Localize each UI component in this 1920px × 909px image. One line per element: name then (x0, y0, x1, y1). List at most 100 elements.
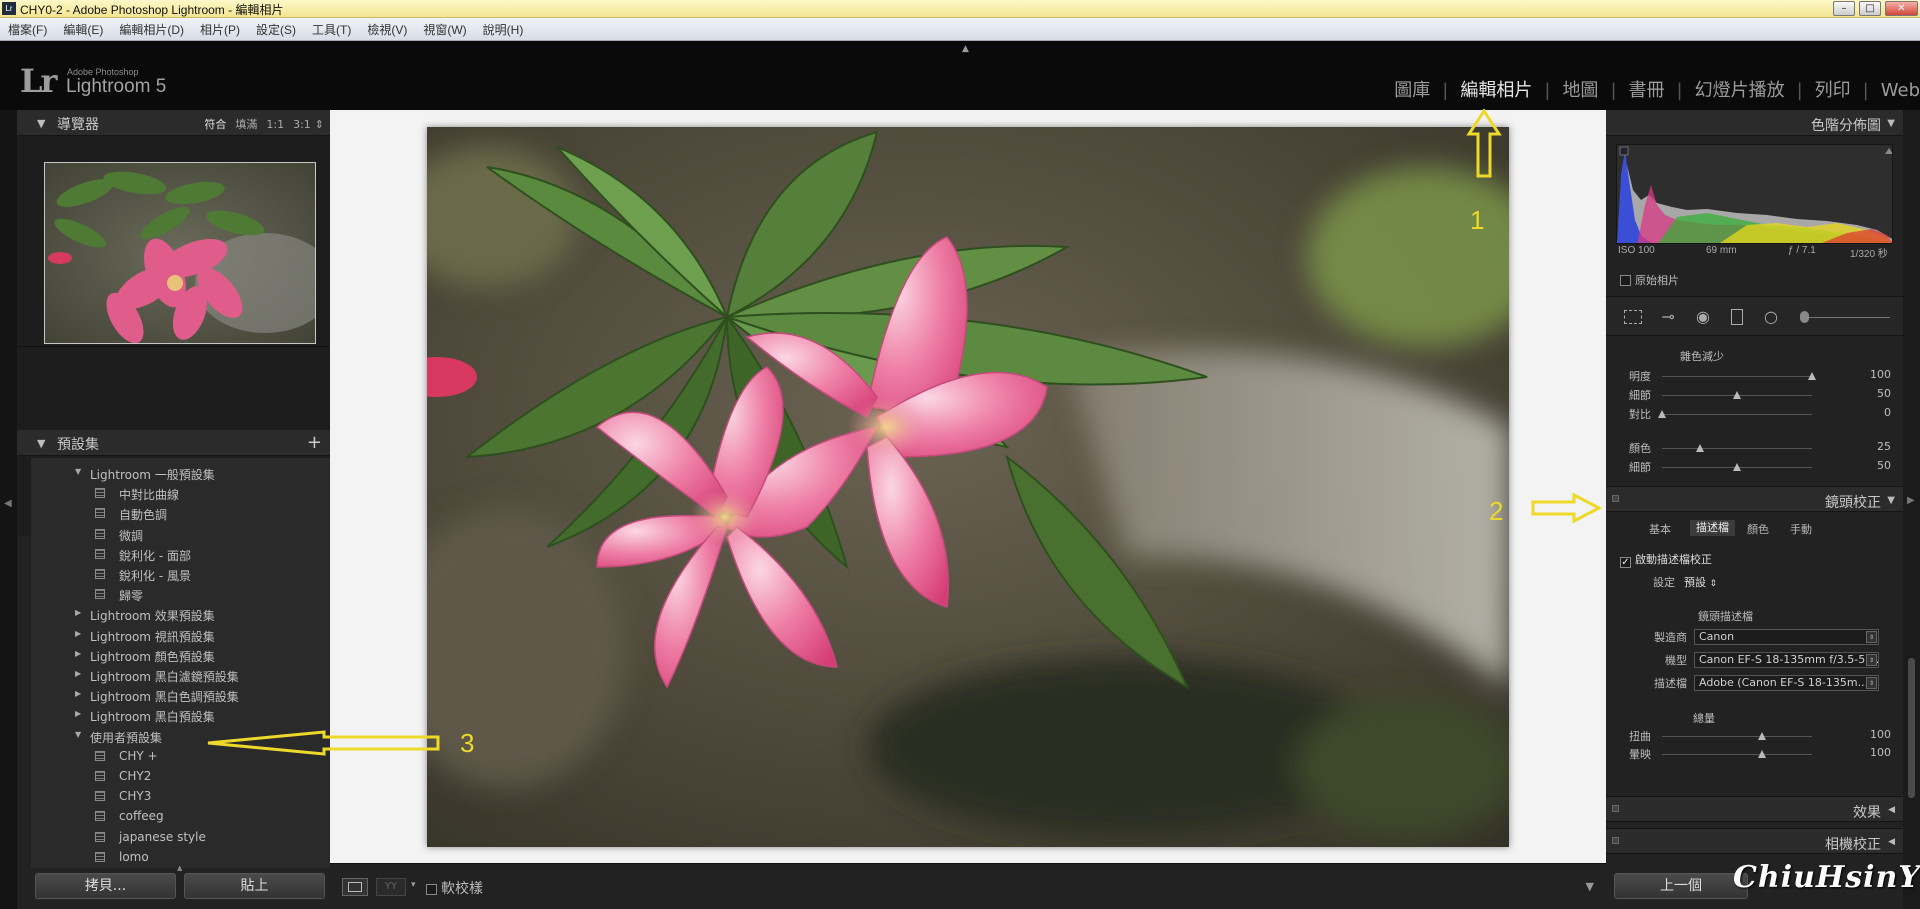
noise-reduction-slider-value[interactable]: 50 (1877, 459, 1891, 472)
menu-develop[interactable]: 編輯相片(D) (111, 18, 192, 38)
folder-collapsed-icon[interactable]: ▶ (75, 709, 81, 718)
folder-collapsed-icon[interactable]: ▶ (75, 669, 81, 678)
zoom-1-1[interactable]: 1:1 (266, 118, 284, 131)
previous-button[interactable]: 上一個 (1614, 873, 1748, 899)
module-develop[interactable]: 編輯相片 (1460, 80, 1532, 101)
zoom-3-1[interactable]: 3:1 (293, 118, 311, 131)
module-print[interactable]: 列印 (1815, 80, 1851, 101)
folder-collapsed-icon[interactable]: ▶ (75, 629, 81, 638)
tab-profile[interactable]: 描述檔 (1690, 520, 1735, 536)
folder-collapsed-icon[interactable]: ▶ (75, 608, 81, 617)
maximize-button[interactable]: □ (1859, 1, 1881, 16)
amount-slider-knob[interactable] (1758, 750, 1766, 758)
close-button[interactable]: ✕ (1885, 1, 1918, 16)
menu-settings[interactable]: 設定(S) (248, 18, 304, 38)
lens-corrections-switch[interactable] (1612, 495, 1619, 502)
amount-slider-track[interactable] (1662, 736, 1812, 737)
noise-reduction-slider-knob[interactable] (1695, 444, 1704, 452)
profile-dropdown[interactable]: Adobe (Canon EF-S 18-135m... ⇕ (1694, 675, 1879, 691)
noise-reduction-slider-value[interactable]: 50 (1877, 387, 1891, 400)
noise-reduction-slider-knob[interactable] (1658, 410, 1666, 418)
collapse-right-panel-icon[interactable]: ▶ (1907, 495, 1915, 506)
amount-slider-value[interactable]: 100 (1870, 728, 1891, 741)
module-library[interactable]: 圖庫 (1394, 80, 1430, 101)
noise-reduction-slider-knob[interactable] (1733, 463, 1741, 471)
amount-slider-track[interactable] (1662, 754, 1812, 755)
adjustment-brush-slider[interactable] (1804, 317, 1890, 318)
copy-button[interactable]: 拷貝... (35, 873, 176, 899)
graduated-filter-icon[interactable] (1731, 309, 1743, 325)
enable-profile-corrections[interactable]: ✓ 啟動描述檔校正 (1620, 551, 1712, 568)
crop-tool-icon[interactable] (1624, 310, 1642, 324)
original-photo-checkbox[interactable] (1620, 275, 1631, 286)
tab-color[interactable]: 顏色 (1747, 521, 1769, 537)
noise-reduction-slider-track[interactable] (1662, 376, 1812, 377)
noise-reduction-slider-track[interactable] (1662, 414, 1812, 415)
enable-profile-checkbox[interactable]: ✓ (1620, 557, 1631, 568)
menu-view[interactable]: 檢視(V) (359, 18, 415, 38)
folder-collapsed-icon[interactable]: ▶ (75, 689, 81, 698)
make-dropdown[interactable]: Canon ⇕ (1694, 629, 1879, 645)
navigator-preview[interactable] (44, 162, 316, 344)
module-book[interactable]: 書冊 (1629, 80, 1665, 101)
zoom-fill[interactable]: 填滿 (235, 118, 257, 131)
original-photo-toggle[interactable]: 原始相片 (1620, 272, 1679, 288)
menu-photo[interactable]: 相片(P) (192, 18, 248, 38)
camera-calibration-expand-icon[interactable]: ◀ (1888, 837, 1895, 847)
effects-header[interactable]: 效果 ◀ (1606, 796, 1903, 822)
presets-header[interactable]: ▼ 預設集 + (17, 430, 330, 456)
module-slideshow[interactable]: 幻燈片播放 (1695, 80, 1785, 101)
tab-manual[interactable]: 手動 (1790, 521, 1812, 537)
noise-reduction-slider-value[interactable]: 25 (1877, 440, 1891, 453)
right-panel-scrollbar[interactable]: ▶ (1903, 110, 1920, 909)
effects-expand-icon[interactable]: ◀ (1888, 805, 1895, 815)
histogram-collapse-icon[interactable]: ▼ (1887, 118, 1895, 129)
soft-proof-toggle[interactable]: 軟校樣 (426, 878, 483, 898)
histogram[interactable] (1616, 144, 1893, 244)
camera-calibration-switch[interactable] (1612, 837, 1619, 844)
lens-corrections-collapse-icon[interactable]: ▼ (1887, 495, 1895, 506)
zoom-menu-icon[interactable]: ⇕ (315, 118, 324, 131)
collapse-top-panel-icon[interactable]: ▲ (962, 44, 969, 54)
folder-collapsed-icon[interactable]: ▶ (75, 649, 81, 658)
menu-help[interactable]: 說明(H) (475, 18, 532, 38)
spot-removal-tool-icon[interactable]: ⊸ (1658, 307, 1678, 327)
lens-corrections-header[interactable]: 鏡頭校正 ▼ (1606, 486, 1903, 512)
radial-filter-icon[interactable]: ○ (1761, 307, 1781, 327)
folder-expanded-icon[interactable]: ▼ (75, 730, 81, 739)
left-panel-toggle-strip[interactable]: ◀ (0, 110, 17, 909)
menu-file[interactable]: 檔案(F) (0, 18, 55, 38)
noise-reduction-slider-knob[interactable] (1808, 372, 1816, 380)
setup-dropdown[interactable]: 預設 ⇕ (1684, 574, 1717, 590)
menu-tools[interactable]: 工具(T) (304, 18, 359, 38)
module-map[interactable]: 地圖 (1562, 80, 1598, 101)
amount-slider-knob[interactable] (1758, 732, 1766, 740)
histogram-header[interactable]: 色階分佈圖 ▼ (1606, 110, 1903, 136)
model-dropdown[interactable]: Canon EF-S 18-135mm f/3.5-5.... ⇕ (1694, 652, 1879, 668)
toolbar-menu-icon[interactable]: ▼ (1586, 880, 1594, 893)
main-photo[interactable] (427, 127, 1509, 847)
menu-edit[interactable]: 編輯(E) (55, 18, 111, 38)
noise-reduction-slider-knob[interactable] (1733, 391, 1741, 399)
zoom-fit[interactable]: 符合 (204, 118, 226, 131)
noise-reduction-slider-track[interactable] (1662, 448, 1812, 449)
paste-button[interactable]: 貼上 (184, 873, 325, 899)
effects-switch[interactable] (1612, 805, 1619, 812)
camera-calibration-header[interactable]: 相機校正 ◀ (1606, 828, 1903, 854)
view-options-icon[interactable]: ▾ (411, 880, 416, 890)
collapse-left-panel-icon[interactable]: ◀ (4, 498, 12, 509)
menu-window[interactable]: 視窗(W) (415, 18, 474, 38)
minimize-button[interactable]: – (1833, 1, 1855, 16)
right-scroll-thumb[interactable] (1908, 658, 1915, 798)
presets-collapse-icon[interactable]: ▼ (37, 437, 45, 450)
left-panel-scroll-icon[interactable]: ▲ (177, 864, 182, 872)
amount-slider-value[interactable]: 100 (1870, 746, 1891, 759)
before-after-view-icon[interactable]: YY (376, 878, 406, 896)
soft-proof-checkbox[interactable] (426, 884, 437, 895)
noise-reduction-slider-value[interactable]: 0 (1884, 406, 1891, 419)
loupe-view-icon[interactable] (342, 878, 368, 896)
folder-expanded-icon[interactable]: ▼ (75, 467, 81, 476)
adjustment-brush-icon[interactable] (1800, 311, 1809, 323)
tab-basic[interactable]: 基本 (1649, 521, 1671, 537)
navigator-header[interactable]: ▼ 導覽器 符合 填滿 1:1 3:1 ⇕ (17, 110, 330, 136)
